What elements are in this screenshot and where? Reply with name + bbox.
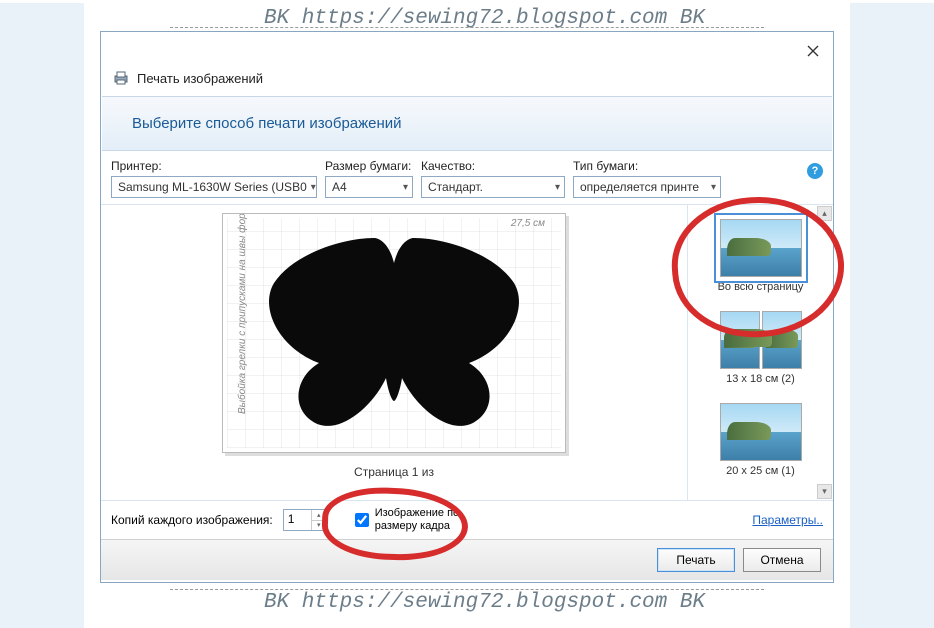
paper-size-label: Размер бумаги: xyxy=(325,159,413,173)
cancel-button[interactable]: Отмена xyxy=(743,548,821,572)
quality-label: Качество: xyxy=(421,159,565,173)
chevron-down-icon: ▾ xyxy=(711,182,716,193)
layout-sidebar: ▴ Во всю страницу 13 x 18 см (2) 20 x 25… xyxy=(687,205,833,500)
parameters-link[interactable]: Параметры.. xyxy=(752,513,823,527)
divider xyxy=(170,27,764,28)
preview-top-note: 27,5 см xyxy=(511,218,545,229)
print-button[interactable]: Печать xyxy=(657,548,735,572)
quality-select[interactable]: Стандарт. ▾ xyxy=(421,176,565,198)
paper-size-select[interactable]: A4 ▾ xyxy=(325,176,413,198)
paper-type-label: Тип бумаги: xyxy=(573,159,721,173)
printer-select[interactable]: Samsung ML-1630W Series (USB0 ▾ xyxy=(111,176,317,198)
paper-type-value: определяется принте xyxy=(580,180,699,194)
spin-up-icon[interactable]: ▴ xyxy=(312,510,326,521)
fit-frame-checkbox[interactable]: Изображение по размеру кадра xyxy=(355,507,485,533)
spin-down-icon[interactable]: ▾ xyxy=(312,521,326,531)
paper-size-value: A4 xyxy=(332,180,347,194)
layout-thumb xyxy=(720,311,802,369)
quality-value: Стандарт. xyxy=(428,180,483,194)
copies-value: 1 xyxy=(284,510,311,530)
preview-side-note: Выбойка грелки с припусками на швы форма… xyxy=(237,213,248,414)
printer-icon xyxy=(113,70,129,86)
paper-type-select[interactable]: определяется принте ▾ xyxy=(573,176,721,198)
layout-label: 13 x 18 см (2) xyxy=(726,373,795,385)
close-icon xyxy=(807,45,819,57)
layout-option-20x25[interactable]: 20 x 25 см (1) xyxy=(688,399,833,481)
chevron-down-icon: ▾ xyxy=(403,182,408,193)
divider xyxy=(170,589,764,590)
layout-thumb xyxy=(720,403,802,461)
chevron-down-icon: ▾ xyxy=(555,182,560,193)
layout-thumb xyxy=(720,219,802,277)
copies-input[interactable]: 1 ▴▾ xyxy=(283,509,327,531)
scroll-up-button[interactable]: ▴ xyxy=(817,206,832,221)
help-icon[interactable]: ? xyxy=(807,163,823,179)
printer-value: Samsung ML-1630W Series (USB0 xyxy=(118,180,307,194)
fit-frame-label: Изображение по размеру кадра xyxy=(375,507,485,533)
watermark-bottom: BK https://sewing72.blogspot.com BK xyxy=(264,591,705,614)
dialog-title: Печать изображений xyxy=(137,71,263,86)
instruction-text: Выберите способ печати изображений xyxy=(102,96,832,151)
scroll-down-button[interactable]: ▾ xyxy=(817,484,832,499)
page-indicator: Страница 1 из xyxy=(354,465,434,479)
copies-label: Копий каждого изображения: xyxy=(111,513,273,527)
preview-butterfly-icon xyxy=(264,233,524,433)
chevron-down-icon: ▾ xyxy=(311,182,316,193)
print-dialog: Печать изображений Выберите способ печат… xyxy=(100,31,834,583)
layout-label: Во всю страницу xyxy=(718,281,804,293)
printer-label: Принтер: xyxy=(111,159,317,173)
fit-frame-check-input[interactable] xyxy=(355,513,369,527)
layout-label: 20 x 25 см (1) xyxy=(726,465,795,477)
layout-option-13x18[interactable]: 13 x 18 см (2) xyxy=(688,307,833,389)
preview-canvas: Выбойка грелки с припусками на швы форма… xyxy=(222,213,566,453)
close-button[interactable] xyxy=(799,40,827,62)
layout-option-full-page[interactable]: Во всю страницу xyxy=(688,215,833,297)
